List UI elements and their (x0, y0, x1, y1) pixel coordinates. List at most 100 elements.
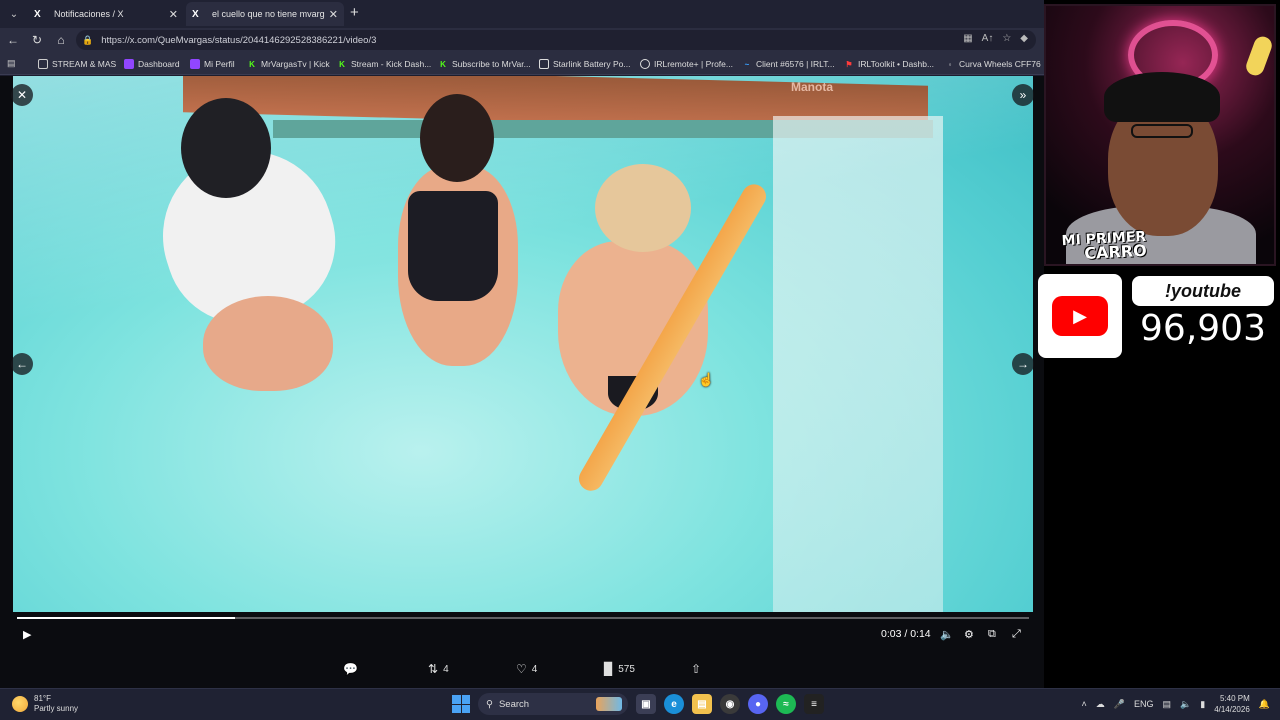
expand-sidebar-icon[interactable]: » (1012, 84, 1034, 106)
bookmark-item[interactable]: ◦ Curva Wheels CFF76 (945, 57, 1041, 71)
bookmarks-bar: ▤ STREAM & MAS Dashboard Mi Perfil K MrVa… (0, 52, 1044, 75)
temperature: 81°F (34, 694, 51, 703)
obs-icon[interactable]: ◉ (720, 694, 740, 714)
bookmark-item[interactable]: ⚑ IRLToolkit • Dashb... (844, 57, 934, 71)
fullscreen-icon[interactable]: ⤢ (1012, 628, 1021, 641)
onedrive-icon[interactable]: ☁ (1096, 699, 1105, 710)
refresh-icon[interactable]: ↻ (28, 31, 46, 49)
video-player[interactable]: Manota ☝ (13, 76, 1033, 612)
curva-icon: ◦ (948, 59, 952, 69)
spotify-icon[interactable]: ≈ (776, 694, 796, 714)
bookmark-item[interactable]: K MrVargasTv | Kick (247, 57, 330, 71)
close-tab-icon[interactable]: ✕ (329, 8, 338, 21)
browser-window: ⌄ X Notificaciones / X ✕ X el cuello que… (0, 0, 1044, 688)
url-field[interactable]: 🔒 https://x.com/QueMvargas/status/204414… (76, 30, 1036, 50)
progress-fill (17, 617, 235, 619)
bookmark-label: Curva Wheels CFF76 (959, 59, 1041, 69)
bookmark-label: Dashboard (138, 59, 180, 69)
weather-widget[interactable]: 81°F Partly sunny (12, 694, 78, 714)
repost-count: 4 (443, 663, 449, 675)
video-controls: ▶ 0:03 / 0:14 🔈 ⚙ ⧉ ⤢ (13, 612, 1033, 652)
tab-notificaciones[interactable]: X Notificaciones / X ✕ (28, 2, 184, 26)
reply-button[interactable]: 💬 (343, 662, 363, 676)
bookmark-item[interactable]: K Stream - Kick Dash... (337, 57, 431, 71)
tab-active-post[interactable]: X el cuello que no tiene mvargas en ✕ (186, 2, 344, 26)
kick-icon: K (440, 59, 446, 69)
edge-icon[interactable]: e (664, 694, 684, 714)
clock[interactable]: 5:40 PM 4/14/2026 (1214, 693, 1250, 715)
address-bar: ← ↻ ⌂ 🔒 https://x.com/QueMvargas/status/… (0, 28, 1044, 52)
video-watermark: Manota (791, 80, 833, 94)
irltk-icon: ~ (744, 59, 750, 69)
close-tab-icon[interactable]: ✕ (169, 8, 178, 21)
home-icon[interactable]: ⌂ (52, 31, 70, 49)
views-button[interactable]: ▉ 575 (604, 662, 635, 676)
bookmark-item[interactable]: Mi Perfil (190, 57, 235, 71)
bookmark-label: Stream - Kick Dash... (351, 59, 432, 69)
clock-time: 5:40 PM (1219, 694, 1250, 703)
system-tray: ˄ ☁ 🎤 ENG ▤ 🔈 ▮ 5:40 PM 4/14/2026 🔔 (1082, 693, 1271, 715)
clock-date: 4/14/2026 (1214, 705, 1250, 714)
task-view-icon[interactable]: ▣ (636, 694, 656, 714)
bookmark-item[interactable]: Starlink Battery Po... (539, 57, 630, 71)
starlink-icon (539, 59, 549, 69)
discord-icon[interactable]: ● (748, 694, 768, 714)
like-count: 4 (531, 663, 538, 675)
swimsuit (408, 191, 498, 301)
cam-caption: MI PRIMER CARRO (1061, 229, 1148, 264)
favorite-star-icon[interactable]: ☆ (1002, 33, 1011, 44)
kick-icon: K (339, 59, 345, 69)
media-viewer: Manota ☝ ✕ » ← → ▶ 0:03 / 0:14 🔈 ⚙ ⧉ ⤢ 💬… (0, 76, 1044, 688)
youtube-count: 96,903 (1140, 308, 1266, 349)
like-button[interactable]: ♡ 4 (516, 662, 537, 676)
previous-media-button[interactable]: ← (11, 353, 33, 375)
taskbar-search[interactable]: ⚲ Search (478, 693, 628, 715)
windows-start-icon[interactable] (452, 695, 470, 713)
bookmark-item[interactable]: STREAM & MAS (38, 57, 116, 71)
microphone-icon[interactable]: 🎤 (1114, 699, 1125, 710)
person-figure (595, 164, 691, 252)
irltoolkit-icon: ⚑ (845, 59, 853, 69)
x-logo-icon: X (192, 8, 199, 20)
share-button[interactable]: ⇧ (691, 662, 701, 676)
close-viewer-button[interactable]: ✕ (11, 84, 33, 106)
notification-bell-icon[interactable]: 🔔 (1259, 699, 1270, 710)
bookmark-item[interactable]: K Subscribe to MrVar... (438, 57, 531, 71)
search-label: Search (498, 698, 530, 710)
back-icon[interactable]: ← (4, 31, 22, 49)
new-tab-button[interactable]: + (350, 4, 359, 21)
bookmark-item[interactable]: ~ Client #6576 | IRLT... (742, 57, 835, 71)
picture-in-picture-icon[interactable]: ⧉ (988, 628, 996, 641)
person-figure (203, 296, 333, 391)
network-icon[interactable]: ▤ (1163, 699, 1172, 710)
bookmark-item[interactable]: Dashboard (124, 57, 180, 71)
pool-deck (773, 116, 943, 612)
youtube-play-icon: ▶ (1052, 296, 1108, 336)
app-available-icon[interactable]: ▦ (963, 33, 972, 44)
next-media-button[interactable]: → (1012, 353, 1034, 375)
read-aloud-icon[interactable]: A↑ (982, 33, 994, 44)
settings-gear-icon[interactable]: ⚙ (964, 628, 974, 641)
tab-bar: ⌄ X Notificaciones / X ✕ X el cuello que… (0, 0, 1044, 28)
battery-icon[interactable]: ▮ (1200, 699, 1205, 710)
bookmark-item[interactable]: IRLremote+ | Profe... (640, 57, 733, 71)
bookmarks-menu-icon[interactable]: ▤ (7, 58, 16, 69)
volume-icon[interactable]: 🔈 (940, 628, 954, 641)
youtube-logo-box: ▶ (1038, 274, 1122, 358)
copilot-icon[interactable]: ◆ (1020, 33, 1028, 44)
language-indicator[interactable]: ENG (1134, 699, 1154, 709)
file-explorer-icon[interactable]: ▤ (692, 694, 712, 714)
progress-bar[interactable] (17, 617, 1029, 619)
play-icon[interactable]: ▶ (23, 628, 31, 641)
bookmark-label: Starlink Battery Po... (553, 59, 631, 69)
twitch-icon (190, 59, 200, 69)
webcam-feed: MI PRIMER CARRO (1044, 4, 1276, 266)
volume-tray-icon[interactable]: 🔈 (1180, 699, 1191, 710)
url-text: https://x.com/QueMvargas/status/20441462… (101, 34, 377, 46)
streamer-glasses (1131, 124, 1193, 138)
capcut-icon[interactable]: ≡ (804, 694, 824, 714)
show-hidden-icons-icon[interactable]: ˄ (1082, 699, 1087, 709)
cam-caption-line2: CARRO (1083, 240, 1148, 264)
repost-button[interactable]: ⇅ 4 (428, 662, 449, 676)
tab-actions-menu-icon[interactable]: ⌄ (4, 4, 24, 24)
